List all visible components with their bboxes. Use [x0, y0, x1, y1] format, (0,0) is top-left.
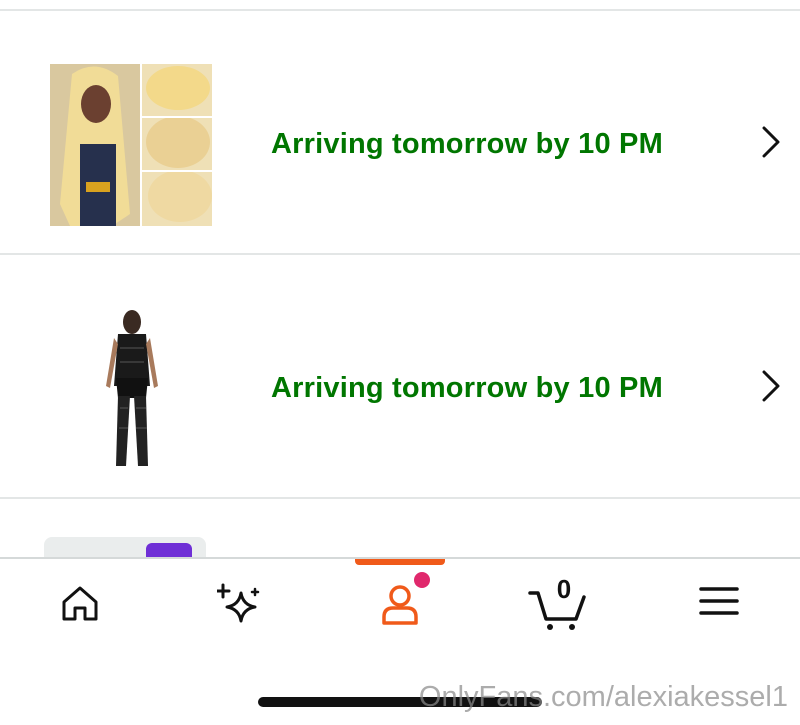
order-row[interactable]: Arriving tomorrow by 10 PM [0, 255, 800, 497]
nav-home[interactable] [45, 579, 115, 639]
nav-account[interactable] [365, 579, 435, 639]
home-icon [62, 586, 98, 621]
product-thumbnail-bodystocking[interactable] [50, 308, 212, 470]
cart-count-badge: 0 [556, 574, 572, 604]
delivery-status: Arriving tomorrow by 10 PM [271, 128, 663, 160]
menu-icon [699, 587, 739, 615]
sparkle-icon [217, 583, 260, 623]
delivery-status: Arriving tomorrow by 10 PM [271, 372, 663, 404]
notification-dot [414, 572, 430, 588]
chevron-right-icon[interactable] [756, 366, 784, 406]
active-tab-indicator [355, 559, 445, 565]
order-row[interactable]: Arriving tomorrow by 10 PM [0, 11, 800, 253]
account-icon [382, 585, 418, 625]
nav-inspire[interactable] [202, 579, 272, 639]
watermark: OnlyFans.com/alexiakessel1 [418, 681, 788, 713]
product-thumbnail-wig[interactable] [50, 64, 212, 226]
nav-menu[interactable] [684, 579, 754, 639]
row-divider [0, 497, 800, 499]
chevron-right-icon[interactable] [756, 122, 784, 162]
